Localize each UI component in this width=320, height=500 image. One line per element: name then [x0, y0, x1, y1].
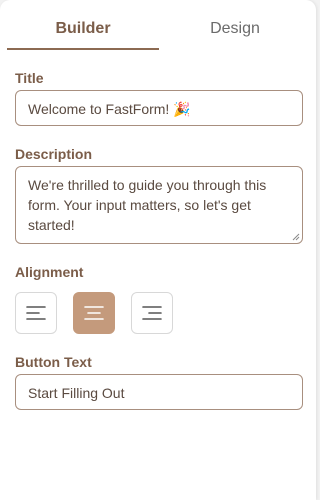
- active-tab-indicator: [7, 48, 159, 50]
- builder-panel: Builder Design Title Welcome to FastForm…: [0, 0, 316, 500]
- tab-builder[interactable]: Builder: [7, 8, 159, 50]
- tab-builder-label: Builder: [55, 20, 111, 37]
- description-textarea[interactable]: We're thrilled to guide you through this…: [15, 166, 303, 244]
- description-label: Description: [15, 146, 93, 162]
- align-center-icon: [84, 306, 104, 320]
- title-input[interactable]: Welcome to FastForm! 🎉: [15, 90, 303, 126]
- button-text-input-value: Start Filling Out: [28, 385, 125, 401]
- tab-design[interactable]: Design: [159, 8, 311, 50]
- align-left-button[interactable]: [15, 292, 57, 334]
- align-left-icon: [26, 306, 46, 320]
- align-center-button[interactable]: [73, 292, 115, 334]
- resize-handle-icon[interactable]: [292, 233, 300, 241]
- description-textarea-value: We're thrilled to guide you through this…: [28, 177, 267, 233]
- align-right-button[interactable]: [131, 292, 173, 334]
- title-label: Title: [15, 70, 44, 86]
- alignment-label: Alignment: [15, 264, 84, 280]
- title-input-value: Welcome to FastForm! 🎉: [28, 101, 191, 117]
- tab-design-label: Design: [210, 20, 260, 37]
- button-text-label: Button Text: [15, 354, 92, 370]
- tab-bar: Builder Design: [7, 8, 312, 50]
- align-right-icon: [142, 306, 162, 320]
- button-text-input[interactable]: Start Filling Out: [15, 374, 303, 410]
